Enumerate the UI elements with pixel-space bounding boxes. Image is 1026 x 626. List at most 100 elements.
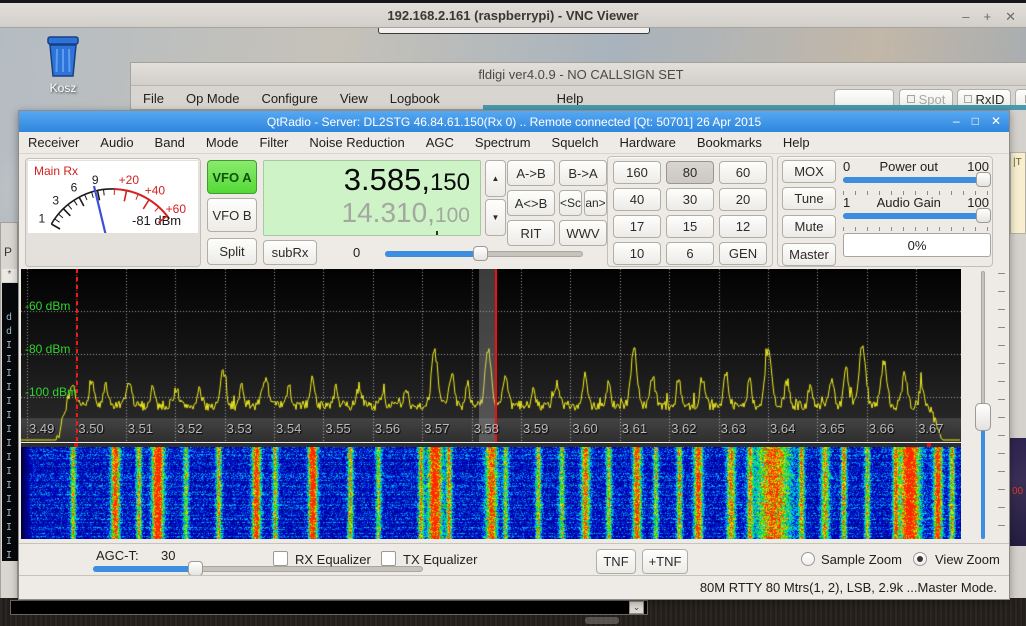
smeter-scale-label: 3 xyxy=(52,194,59,208)
vnc-titlebar[interactable]: 192.168.2.161 (raspberrypi) - VNC Viewer… xyxy=(0,0,1026,28)
filter-passband[interactable] xyxy=(479,269,496,442)
menu-bookmarks[interactable]: Bookmarks xyxy=(695,132,764,153)
mox-button[interactable]: MOX xyxy=(782,160,836,183)
waterfall-display[interactable] xyxy=(21,443,961,539)
menu-noise-reduction[interactable]: Noise Reduction xyxy=(307,132,406,153)
fldigi-menu-view[interactable]: View xyxy=(338,88,370,109)
trash-shortcut[interactable]: Kosz xyxy=(28,34,98,106)
tx-equalizer-checkbox[interactable] xyxy=(381,551,396,566)
vfo-a-frequency: 3.585, xyxy=(344,162,430,197)
right-edge-waterfall: 00 xyxy=(1010,438,1026,546)
close-icon[interactable]: ✕ xyxy=(1005,9,1016,25)
sample-zoom-radio[interactable] xyxy=(801,552,815,566)
band-80-button[interactable]: 80 xyxy=(666,161,714,184)
fldigi-dropdown-button[interactable]: ⌄ xyxy=(629,601,644,614)
minimize-icon[interactable]: – xyxy=(962,9,969,25)
menu-mode[interactable]: Mode xyxy=(204,132,241,153)
menu-help[interactable]: Help xyxy=(781,132,812,153)
b-to-a-button[interactable]: B->A xyxy=(559,160,607,186)
freq-label: 3.54 xyxy=(276,421,301,436)
vnc-toolbar-tab[interactable] xyxy=(378,28,650,34)
subrx-button[interactable]: subRx xyxy=(263,240,317,265)
band-15-button[interactable]: 15 xyxy=(666,215,714,238)
view-zoom-radio[interactable] xyxy=(913,552,927,566)
frequency-display[interactable]: 3.585,150 14.310,100 xyxy=(263,160,481,236)
frequency-spin-down[interactable]: ▼ xyxy=(485,199,506,236)
vfo-a-frequency-frac: 150 xyxy=(430,169,470,196)
a-to-b-button[interactable]: A->B xyxy=(507,160,555,186)
menu-filter[interactable]: Filter xyxy=(257,132,290,153)
fldigi-menu-logbook[interactable]: Logbook xyxy=(388,88,442,109)
rit-button[interactable]: RIT xyxy=(507,220,555,246)
menu-receiver[interactable]: Receiver xyxy=(26,132,81,153)
menu-squelch[interactable]: Squelch xyxy=(550,132,601,153)
master-button[interactable]: Master xyxy=(782,243,836,266)
mute-button[interactable]: Mute xyxy=(782,215,836,238)
tuned-frequency-line xyxy=(495,269,497,442)
band-17-button[interactable]: 17 xyxy=(613,215,661,238)
spectrum-zoom-slider[interactable] xyxy=(974,271,992,539)
band-12-button[interactable]: 12 xyxy=(719,215,767,238)
band-6-button[interactable]: 6 xyxy=(666,242,714,265)
fldigi-menu-opmode[interactable]: Op Mode xyxy=(184,88,241,109)
band-gen-button[interactable]: GEN xyxy=(719,242,767,265)
smeter-svg: Main Rx -81 dBm 1369+20+40+60 xyxy=(28,161,198,233)
scan-right-button[interactable]: an> xyxy=(584,190,607,216)
fldigi-menu-configure[interactable]: Configure xyxy=(259,88,319,109)
close-icon[interactable]: ✕ xyxy=(991,115,1001,127)
left-edge-star-cell: * xyxy=(2,269,17,282)
tnf-button[interactable]: TNF xyxy=(596,549,636,574)
plus-tnf-button[interactable]: +TNF xyxy=(642,549,688,574)
a-swap-b-button[interactable]: A<>B xyxy=(507,190,555,216)
maximize-icon[interactable]: + xyxy=(984,9,992,25)
fldigi-titlebar[interactable]: fldigi ver4.0.9 - NO CALLSIGN SET xyxy=(131,63,1026,86)
freq-label: 3.51 xyxy=(128,421,153,436)
tune-button[interactable]: Tune xyxy=(782,187,836,210)
band-20-button[interactable]: 20 xyxy=(719,188,767,211)
agc-value: 30 xyxy=(161,548,175,563)
fldigi-text-strip[interactable] xyxy=(10,600,648,615)
fldigi-menu-file[interactable]: File xyxy=(141,88,166,109)
frequency-spin-up[interactable]: ▲ xyxy=(485,160,506,197)
smeter-face: Main Rx -81 dBm 1369+20+40+60 xyxy=(28,161,198,233)
menu-audio[interactable]: Audio xyxy=(98,132,135,153)
trash-icon xyxy=(40,34,86,80)
vfo-a-button[interactable]: VFO A xyxy=(207,160,257,194)
band-60-button[interactable]: 60 xyxy=(719,161,767,184)
menu-band[interactable]: Band xyxy=(153,132,187,153)
waterfall-canvas[interactable] xyxy=(21,447,961,539)
minimize-icon[interactable]: – xyxy=(953,115,960,127)
vfo-b-button[interactable]: VFO B xyxy=(207,198,257,232)
wwv-button[interactable]: WWV xyxy=(559,220,607,246)
rx-equalizer-checkbox[interactable] xyxy=(273,551,288,566)
trash-label: Kosz xyxy=(28,81,98,95)
band-40-button[interactable]: 40 xyxy=(613,188,661,211)
zoom-slider-ticks xyxy=(998,273,1005,537)
scan-left-button[interactable]: <Sc xyxy=(559,190,582,216)
bottom-control-bar: AGC-T: 30 RX Equalizer TX Equalizer TNF … xyxy=(19,543,1009,575)
maximize-icon[interactable]: □ xyxy=(972,115,979,127)
freq-label: 3.61 xyxy=(622,421,647,436)
status-bar: 80M RTTY 80 Mtrs(1, 2), LSB, 2.9k ...Mas… xyxy=(19,575,1009,599)
right-edge-window: |T 00 xyxy=(1010,108,1026,600)
menu-hardware[interactable]: Hardware xyxy=(618,132,678,153)
qtradio-titlebar[interactable]: QtRadio - Server: DL2STG 46.84.61.150(Rx… xyxy=(19,111,1009,132)
spectrum-panadapter[interactable]: -60 dBm -80 dBm -100 dBm 3.493.503.513.5… xyxy=(21,269,961,442)
qtradio-window: QtRadio - Server: DL2STG 46.84.61.150(Rx… xyxy=(18,110,1010,600)
freq-label: 3.49 xyxy=(29,421,54,436)
smeter-scale-label: 9 xyxy=(92,173,99,187)
menu-spectrum[interactable]: Spectrum xyxy=(473,132,533,153)
band-160-button[interactable]: 160 xyxy=(613,161,661,184)
right-edge-zeros: 00 xyxy=(1012,486,1023,497)
rxid-checkbox-icon xyxy=(964,95,972,103)
smeter-scale-label: 6 xyxy=(71,180,78,194)
smeter-scale-label: +40 xyxy=(145,183,166,197)
dbm-label-100: -100 dBm xyxy=(25,385,77,399)
zoom-slider-handle[interactable] xyxy=(975,403,991,431)
split-button[interactable]: Split xyxy=(207,238,257,265)
band-30-button[interactable]: 30 xyxy=(666,188,714,211)
drive-slider[interactable] xyxy=(385,251,583,267)
menu-agc[interactable]: AGC xyxy=(424,132,456,153)
vfo-b-frequency-frac: 100 xyxy=(435,204,470,227)
band-10-button[interactable]: 10 xyxy=(613,242,661,265)
